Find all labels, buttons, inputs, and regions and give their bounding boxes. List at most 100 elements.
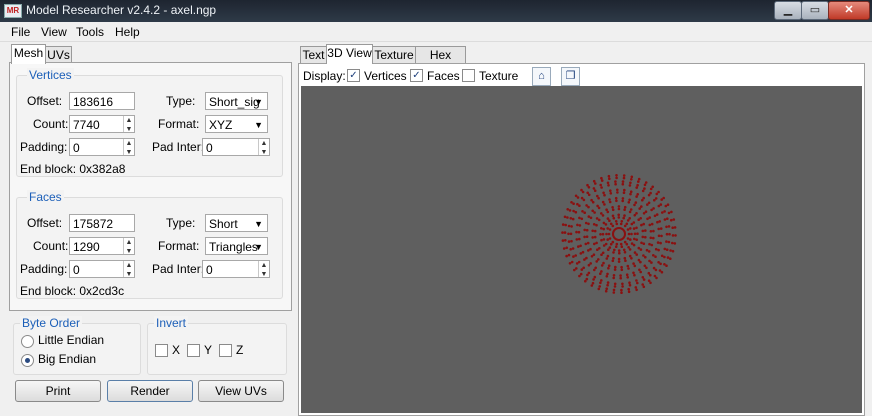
vertices-padding-stepper[interactable]: ▲ ▼ xyxy=(123,139,134,156)
invert-y-label[interactable]: Y xyxy=(204,343,212,357)
mesh-point xyxy=(659,203,663,206)
menu-file[interactable]: File xyxy=(11,25,30,39)
window-title: Model Researcher v2.4.2 - axel.ngp xyxy=(26,3,217,17)
mesh-point xyxy=(612,291,616,294)
invert-x-label[interactable]: X xyxy=(172,343,180,357)
tab-mesh[interactable]: Mesh xyxy=(11,44,46,64)
stepper-up-icon[interactable]: ▲ xyxy=(261,140,268,147)
faces-padinter-field[interactable]: 0 ▲ ▼ xyxy=(202,260,270,278)
mesh-point xyxy=(663,255,666,259)
mesh-point xyxy=(601,200,605,204)
mesh-point xyxy=(576,223,579,227)
close-button[interactable]: ✕ xyxy=(828,1,870,20)
stepper-down-icon[interactable]: ▼ xyxy=(126,271,133,278)
tab-text[interactable]: Text xyxy=(300,46,327,64)
vertices-format-select[interactable]: XYZ ▼ xyxy=(205,115,268,133)
big-endian-label[interactable]: Big Endian xyxy=(38,352,96,366)
minimize-button[interactable]: ▁ xyxy=(774,1,802,20)
mesh-point xyxy=(667,240,671,244)
mesh-point xyxy=(674,234,677,237)
stepper-up-icon[interactable]: ▲ xyxy=(126,262,133,269)
faces-padding-stepper[interactable]: ▲ ▼ xyxy=(123,261,134,278)
home-icon[interactable]: ⌂ xyxy=(532,67,551,86)
stepper-down-icon[interactable]: ▼ xyxy=(126,126,133,133)
mesh-point xyxy=(600,279,603,282)
mesh-point xyxy=(665,232,669,236)
stepper-up-icon[interactable]: ▲ xyxy=(261,262,268,269)
mesh-point xyxy=(572,255,575,258)
faces-count-stepper[interactable]: ▲ ▼ xyxy=(123,238,134,255)
menu-tools[interactable]: Tools xyxy=(76,25,104,39)
mesh-point xyxy=(663,247,667,251)
tab-hex-view[interactable]: Hex View xyxy=(415,46,466,79)
render-button[interactable]: Render xyxy=(107,380,193,402)
faces-display-label[interactable]: Faces xyxy=(427,69,460,83)
stepper-up-icon[interactable]: ▲ xyxy=(126,239,133,246)
vertices-format-label: Format: xyxy=(158,117,200,131)
mesh-point xyxy=(628,283,632,287)
faces-padding-field[interactable]: 0 ▲ ▼ xyxy=(69,260,135,278)
faces-type-select[interactable]: Short ▼ xyxy=(205,214,268,232)
menu-view[interactable]: View xyxy=(41,25,67,39)
mesh-point xyxy=(600,270,603,273)
faces-format-select[interactable]: Triangles ▼ xyxy=(205,237,268,255)
3d-viewport[interactable] xyxy=(301,86,862,413)
mesh-point xyxy=(583,228,586,232)
faces-offset-field[interactable]: 175872 xyxy=(69,214,135,232)
stepper-down-icon[interactable]: ▼ xyxy=(126,248,133,255)
vertices-padinter-field[interactable]: 0 ▲ ▼ xyxy=(202,138,270,156)
tab-3d-view[interactable]: 3D View xyxy=(326,44,373,64)
stepper-down-icon[interactable]: ▼ xyxy=(126,149,133,156)
invert-y-checkbox[interactable] xyxy=(187,344,200,357)
vertices-padinter-label: Pad Inter: xyxy=(152,140,205,154)
faces-count-field[interactable]: 1290 ▲ ▼ xyxy=(69,237,135,255)
vertices-count-stepper[interactable]: ▲ ▼ xyxy=(123,116,134,133)
mesh-point xyxy=(564,223,567,227)
mesh-point xyxy=(592,223,596,226)
invert-z-checkbox[interactable] xyxy=(219,344,232,357)
invert-z-label[interactable]: Z xyxy=(236,343,243,357)
vertices-display-checkbox[interactable]: ✓ xyxy=(347,69,360,82)
maximize-button[interactable]: ▭ xyxy=(801,1,829,20)
little-endian-radio[interactable] xyxy=(21,335,34,348)
mesh-point xyxy=(623,250,627,254)
vertices-display-label[interactable]: Vertices xyxy=(364,69,407,83)
mesh-point xyxy=(620,265,623,269)
texture-display-checkbox[interactable] xyxy=(462,69,475,82)
vertices-padinter-stepper[interactable]: ▲ ▼ xyxy=(258,139,269,156)
invert-group: Invert X Y Z xyxy=(147,316,287,375)
mesh-point xyxy=(606,283,609,287)
faces-padinter-stepper[interactable]: ▲ ▼ xyxy=(258,261,269,278)
cube-view-icon[interactable]: ❐ xyxy=(561,67,580,86)
title-bar[interactable]: MR Model Researcher v2.4.2 - axel.ngp ▁ … xyxy=(0,0,872,22)
mesh-point xyxy=(569,248,572,251)
mesh-point xyxy=(605,257,609,260)
faces-display-checkbox[interactable]: ✓ xyxy=(410,69,423,82)
stepper-up-icon[interactable]: ▲ xyxy=(126,140,133,147)
vertices-type-select[interactable]: Short_sig ▼ xyxy=(205,92,268,110)
view-uvs-button[interactable]: View UVs xyxy=(198,380,284,402)
vertices-offset-field[interactable]: 183616 xyxy=(69,92,135,110)
stepper-up-icon[interactable]: ▲ xyxy=(126,117,133,124)
mesh-point xyxy=(669,249,672,252)
mesh-point xyxy=(641,276,645,279)
invert-x-checkbox[interactable] xyxy=(155,344,168,357)
mesh-point xyxy=(667,225,671,228)
vertices-count-field[interactable]: 7740 ▲ ▼ xyxy=(69,115,135,133)
mesh-point xyxy=(665,240,668,243)
mesh-point xyxy=(627,290,631,294)
menu-help[interactable]: Help xyxy=(115,25,140,39)
big-endian-radio[interactable] xyxy=(21,354,34,367)
print-button[interactable]: Print xyxy=(15,380,101,402)
texture-display-label[interactable]: Texture xyxy=(479,69,518,83)
mesh-point xyxy=(636,193,639,196)
faces-padinter-value: 0 xyxy=(206,263,213,277)
vertices-padding-field[interactable]: 0 ▲ ▼ xyxy=(69,138,135,156)
little-endian-label[interactable]: Little Endian xyxy=(38,333,104,347)
tab-texture[interactable]: Texture xyxy=(372,46,416,64)
mesh-point xyxy=(625,222,629,226)
stepper-down-icon[interactable]: ▼ xyxy=(261,149,268,156)
stepper-down-icon[interactable]: ▼ xyxy=(261,271,268,278)
mesh-point xyxy=(645,248,649,252)
mesh-point xyxy=(609,222,613,226)
